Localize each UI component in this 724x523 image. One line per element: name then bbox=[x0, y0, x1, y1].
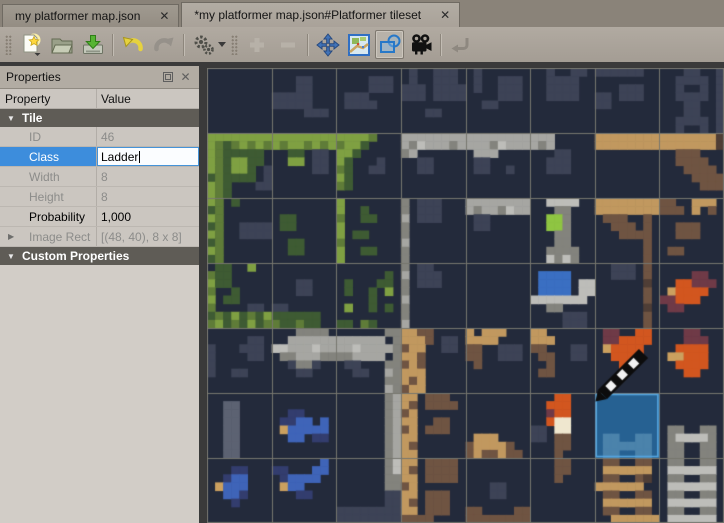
minus-icon bbox=[275, 32, 301, 58]
property-name: Image Rect bbox=[29, 230, 90, 244]
close-icon: ✕ bbox=[180, 70, 190, 84]
open-file-button[interactable] bbox=[47, 30, 76, 59]
commands-button[interactable] bbox=[189, 30, 227, 59]
undo-icon bbox=[120, 32, 146, 58]
jump-back-button bbox=[446, 30, 475, 59]
property-value: 46 bbox=[101, 130, 114, 144]
input-text: Ladder bbox=[101, 150, 138, 164]
panel-float-button[interactable] bbox=[160, 70, 175, 84]
toolbar-separator bbox=[112, 34, 113, 56]
property-value: 1,000 bbox=[101, 210, 131, 224]
property-row-width[interactable]: Width 8 bbox=[0, 167, 199, 187]
tileset-view[interactable] bbox=[207, 68, 724, 523]
document-tab-2[interactable]: *my platformer map.json#Platformer tiles… bbox=[181, 2, 460, 27]
float-icon bbox=[163, 72, 173, 82]
properties-empty-area bbox=[0, 265, 199, 523]
expander-icon[interactable]: ▶ bbox=[8, 232, 29, 241]
property-name: Height bbox=[29, 190, 64, 204]
new-file-button[interactable] bbox=[16, 30, 45, 59]
property-row-id[interactable]: ID 46 bbox=[0, 127, 199, 147]
save-button[interactable] bbox=[78, 30, 107, 59]
remove-tiles-button bbox=[273, 30, 302, 59]
dropdown-arrow-icon bbox=[218, 42, 226, 47]
animation-editor-button[interactable] bbox=[406, 30, 435, 59]
property-name: Width bbox=[29, 170, 60, 184]
toolbar-separator bbox=[440, 34, 441, 56]
tab-label: *my platformer map.json#Platformer tiles… bbox=[194, 8, 421, 22]
toolbar-separator bbox=[307, 34, 308, 56]
property-row-image-rect[interactable]: ▶Image Rect [(48, 40), 8 x 8] bbox=[0, 227, 199, 247]
collision-shapes-icon bbox=[377, 32, 403, 58]
save-icon bbox=[80, 32, 106, 58]
document-tab-1[interactable]: my platformer map.json ✕ bbox=[2, 4, 179, 27]
section-header-custom-properties[interactable]: ▼Custom Properties bbox=[0, 247, 199, 265]
toolbar-separator bbox=[183, 34, 184, 56]
toolbar-drag-handle-2[interactable] bbox=[231, 35, 238, 55]
move-arrows-icon bbox=[315, 32, 341, 58]
class-value-input[interactable]: Ladder bbox=[97, 147, 199, 166]
property-row-class[interactable]: Class Ladder bbox=[0, 147, 199, 167]
property-name: Class bbox=[29, 150, 59, 164]
text-caret bbox=[139, 151, 140, 163]
terrain-sets-button[interactable] bbox=[344, 30, 373, 59]
section-header-tile[interactable]: ▼Tile bbox=[0, 109, 199, 127]
tab-label: my platformer map.json bbox=[15, 9, 140, 23]
redo-icon bbox=[151, 32, 177, 58]
terrain-map-icon bbox=[346, 32, 372, 58]
undo-button[interactable] bbox=[118, 30, 147, 59]
property-value: 8 bbox=[101, 170, 108, 184]
toolbar-drag-handle-1[interactable] bbox=[5, 35, 12, 55]
section-collapse-icon[interactable]: ▼ bbox=[0, 252, 22, 261]
redo-button bbox=[149, 30, 178, 59]
property-row-probability[interactable]: Probability 1,000 bbox=[0, 207, 199, 227]
section-collapse-icon[interactable]: ▼ bbox=[0, 114, 22, 123]
return-arrow-icon bbox=[448, 32, 474, 58]
collision-editor-button[interactable] bbox=[375, 30, 404, 59]
panel-close-button[interactable]: ✕ bbox=[178, 70, 193, 84]
main-toolbar bbox=[0, 27, 724, 62]
new-file-icon bbox=[18, 32, 44, 58]
property-row-height[interactable]: Height 8 bbox=[0, 187, 199, 207]
value-column-label: Value bbox=[97, 89, 199, 108]
properties-panel-titlebar: Properties ✕ bbox=[0, 66, 199, 89]
section-label: Tile bbox=[22, 111, 42, 125]
add-tiles-button bbox=[242, 30, 271, 59]
rearrange-tiles-button[interactable] bbox=[313, 30, 342, 59]
tab-close-icon[interactable]: ✕ bbox=[437, 7, 453, 23]
property-name: Probability bbox=[29, 210, 85, 224]
property-name: ID bbox=[29, 130, 41, 144]
editor-content-area: Properties ✕ Property Value ▼TileID46Cla… bbox=[0, 62, 724, 523]
open-folder-icon bbox=[49, 32, 75, 58]
gears-icon bbox=[191, 32, 217, 58]
properties-rows: ▼TileID46ClassLadderWidth8Height8Probabi… bbox=[0, 109, 199, 265]
document-tabbar: my platformer map.json ✕ *my platformer ma… bbox=[0, 0, 724, 27]
property-column-label: Property bbox=[0, 89, 97, 108]
properties-panel: Properties ✕ Property Value ▼TileID46Cla… bbox=[0, 66, 199, 523]
section-label: Custom Properties bbox=[22, 249, 129, 263]
tiled-window: my platformer map.json ✕ *my platformer ma… bbox=[0, 0, 724, 523]
property-value: 8 bbox=[101, 190, 108, 204]
tab-close-icon[interactable]: ✕ bbox=[156, 8, 172, 24]
property-value: [(48, 40), 8 x 8] bbox=[101, 230, 182, 244]
properties-panel-title: Properties bbox=[6, 70, 61, 84]
properties-column-header: Property Value bbox=[0, 89, 199, 109]
plus-icon bbox=[244, 32, 270, 58]
movie-camera-icon bbox=[408, 32, 434, 58]
